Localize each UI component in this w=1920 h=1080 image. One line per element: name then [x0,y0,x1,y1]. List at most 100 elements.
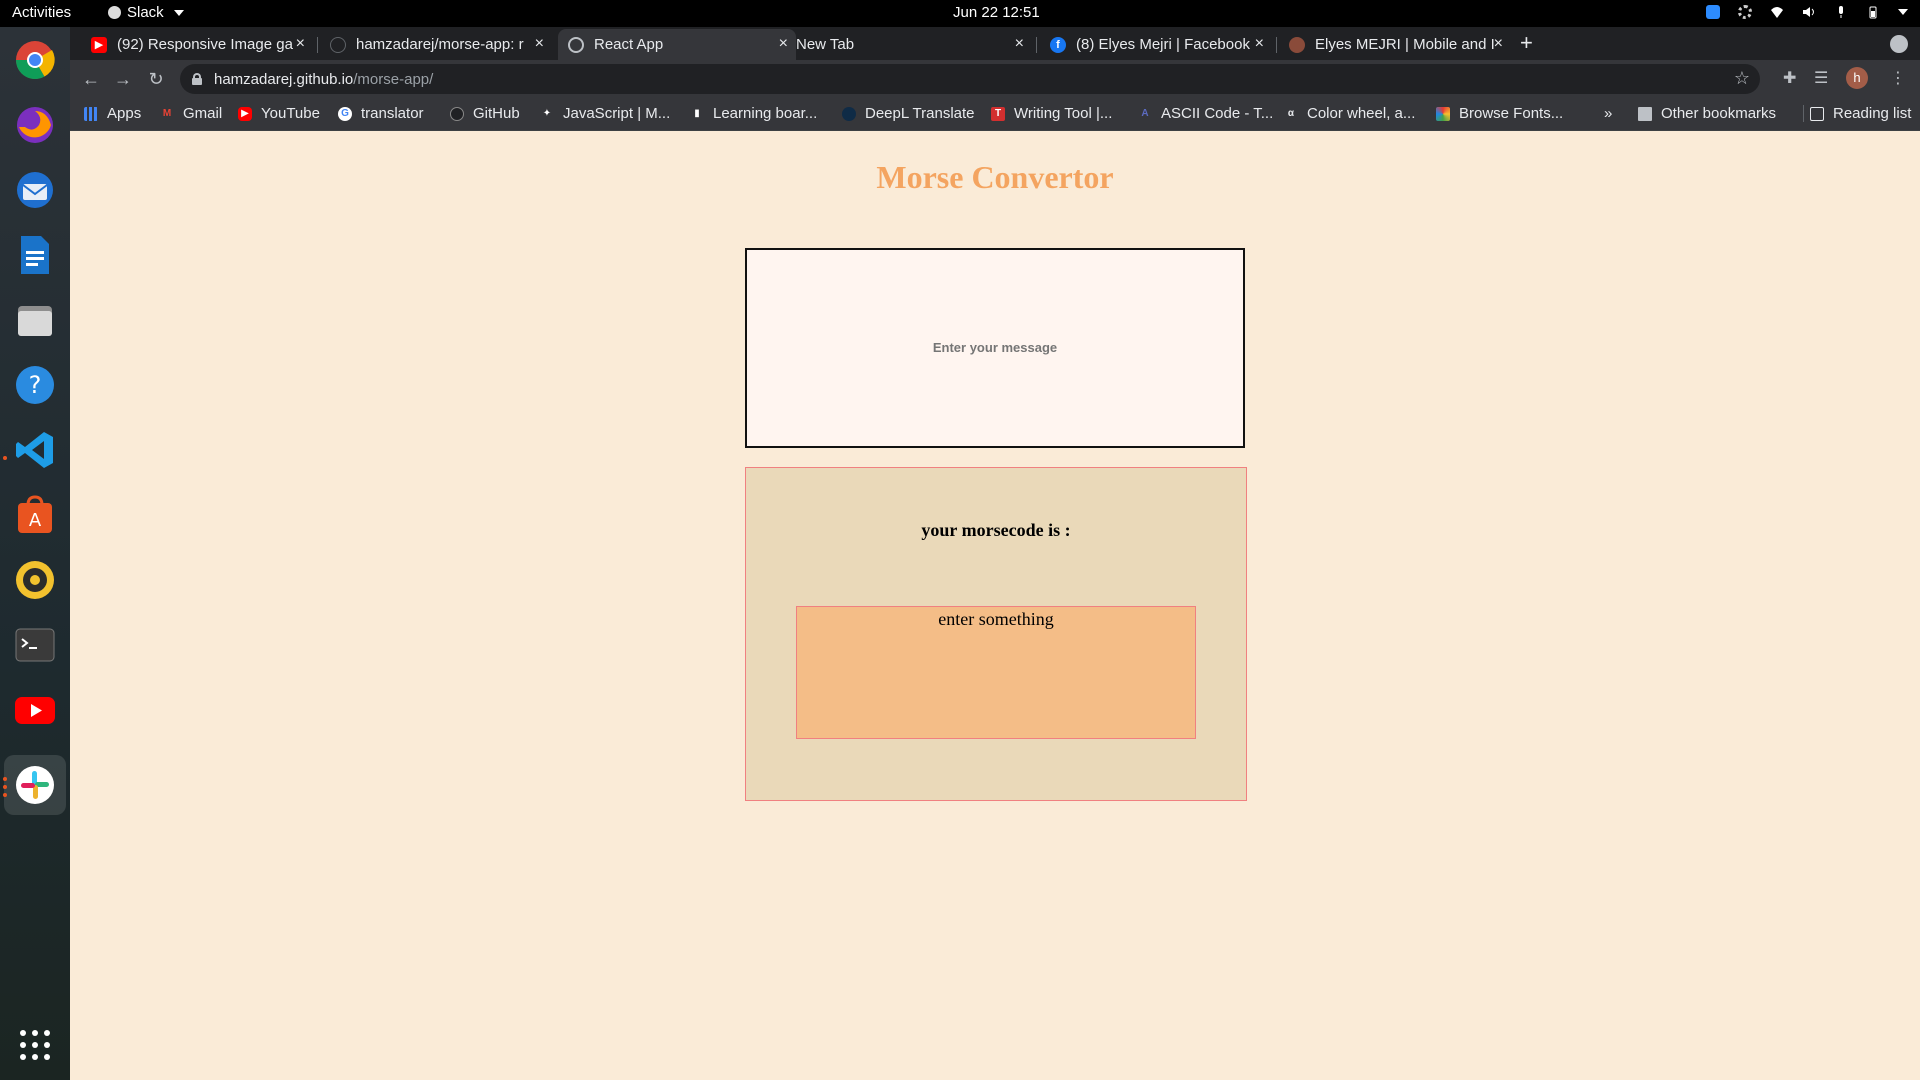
thunderbird-icon[interactable] [11,166,59,214]
reading-list-button[interactable]: Reading list [1803,105,1911,122]
bookmark-item[interactable]: ▮ Learning boar... [690,105,817,122]
bookmark-label: JavaScript | M... [563,105,671,122]
bookmark-label: GitHub [473,105,520,122]
system-menu-caret-icon[interactable] [1898,9,1908,15]
chrome-icon[interactable] [11,36,59,84]
google-icon: G [338,106,352,121]
battery-icon[interactable] [1866,5,1880,19]
back-arrow-icon[interactable]: ← [78,66,104,92]
bookmark-item[interactable]: ▶ YouTube [238,105,320,122]
browser-tab-active[interactable]: React App × [558,29,796,60]
bookmark-item[interactable]: M Gmail [160,105,222,122]
close-icon[interactable]: × [1015,35,1024,53]
forward-arrow-icon[interactable]: → [110,66,136,92]
files-icon[interactable] [11,296,59,344]
close-icon[interactable]: × [535,35,544,53]
slack-icon[interactable] [11,761,59,809]
bookmark-label: Learning boar... [713,105,818,122]
extensions-puzzle-icon[interactable]: ✚ [1783,68,1796,88]
browser-window: ▶ (92) Responsive Image ga × hamzadarej/… [70,27,1920,131]
new-tab-button[interactable]: + [1520,32,1533,54]
software-center-icon[interactable]: A [11,491,59,539]
profile-avatar[interactable]: h [1846,67,1868,89]
lock-icon[interactable] [192,73,202,85]
browser-tab[interactable]: Elyes MEJRI | Mobile and I × [1279,29,1511,60]
browser-tab[interactable]: New Tab × [796,29,1032,60]
bookmark-label: Apps [107,105,142,122]
tab-title: (92) Responsive Image ga [117,36,293,53]
bookmark-item[interactable]: Apps [84,105,141,122]
bookmark-label: Gmail [183,105,223,122]
bookmark-item[interactable]: ✦ JavaScript | M... [540,105,670,122]
bookmark-label: ASCII Code - T... [1161,105,1274,122]
writing-tool-icon: T [991,106,1005,121]
tab-title: hamzadarej/morse-app: r [356,36,524,53]
fonts-icon [1436,106,1450,121]
app-menu[interactable]: Slack [108,4,184,21]
running-indicator [3,793,7,797]
browser-toolbar: ← → ↻ hamzadarej.github.io/morse-app/ ☆ … [70,60,1920,98]
kebab-menu-icon[interactable]: ⋮ [1890,68,1906,88]
bookmark-item[interactable]: DeepL Translate [842,105,975,122]
slack-tray-icon[interactable] [1738,5,1752,19]
globe-favicon [568,36,584,53]
close-icon[interactable]: × [779,35,788,53]
bookmark-label: translator [361,105,424,122]
bookmark-item[interactable]: Browse Fonts... [1436,105,1563,122]
other-bookmarks-folder[interactable]: Other bookmarks [1638,105,1776,122]
system-tray[interactable] [1706,5,1908,19]
app-menu-label: Slack [127,4,164,21]
bookmark-item[interactable]: G translator [338,105,424,122]
zoom-icon[interactable] [1706,5,1720,19]
help-icon[interactable]: ? [11,361,59,409]
mdn-icon: ✦ [542,107,552,119]
bookmark-item[interactable]: A ASCII Code - T... [1138,105,1273,122]
bookmark-label: Color wheel, a... [1307,105,1416,122]
activities-button[interactable]: Activities [12,4,71,21]
tab-strip: ▶ (92) Responsive Image ga × hamzadarej/… [70,27,1920,60]
browser-tab[interactable]: ▶ (92) Responsive Image ga × [81,29,313,60]
result-label: your morsecode is : [921,520,1071,540]
close-icon[interactable]: × [1255,35,1264,53]
avatar-favicon [1289,36,1305,53]
browser-tab[interactable]: f (8) Elyes Mejri | Facebook × [1040,29,1272,60]
address-bar[interactable]: hamzadarej.github.io/morse-app/ ☆ [180,64,1760,94]
youtube-icon[interactable] [11,686,59,734]
bookmark-star-icon[interactable]: ☆ [1734,68,1750,89]
wifi-icon[interactable] [1770,5,1784,19]
bookmarks-bar: Apps M Gmail ▶ YouTube G translator GitH… [70,98,1920,131]
writer-icon[interactable] [11,231,59,279]
close-icon[interactable]: × [296,35,305,53]
bookmark-label: Browse Fonts... [1459,105,1564,122]
volume-icon[interactable] [1802,5,1816,19]
tab-title: Elyes MEJRI | Mobile and I [1315,36,1495,53]
rhythmbox-icon[interactable] [11,556,59,604]
terminal-icon[interactable] [11,621,59,669]
close-icon[interactable]: × [1494,35,1503,53]
result-panel: your morsecode is : enter something [745,467,1247,801]
show-apps-icon[interactable] [11,1021,59,1069]
reload-icon[interactable]: ↻ [143,66,169,92]
tab-title: New Tab [796,36,855,53]
vscode-icon[interactable] [11,426,59,474]
firefox-icon[interactable] [11,101,59,149]
page-title: Morse Convertor [876,159,1114,195]
tab-separator [1276,37,1277,53]
svg-text:A: A [29,510,42,531]
microphone-icon[interactable] [1834,5,1848,19]
slack-app-icon [108,6,121,19]
media-queue-icon[interactable]: ☰ [1814,68,1828,88]
clock[interactable]: Jun 22 12:51 [953,4,1040,21]
bookmark-item[interactable]: T Writing Tool |... [991,105,1112,122]
chevron-down-icon [173,9,184,16]
tab-search-icon[interactable] [1890,35,1908,53]
bookmark-item[interactable]: GitHub [450,105,520,122]
message-input[interactable] [745,248,1245,448]
url-host: hamzadarej.github.io [214,70,354,88]
youtube-icon: ▶ [238,106,252,121]
apps-grid-icon [84,106,98,121]
bookmark-item[interactable]: α Color wheel, a... [1284,105,1415,122]
bookmarks-overflow-button[interactable]: » [1604,105,1612,122]
color-wheel-icon: α [1287,107,1295,119]
browser-tab[interactable]: hamzadarej/morse-app: r × [320,29,552,60]
